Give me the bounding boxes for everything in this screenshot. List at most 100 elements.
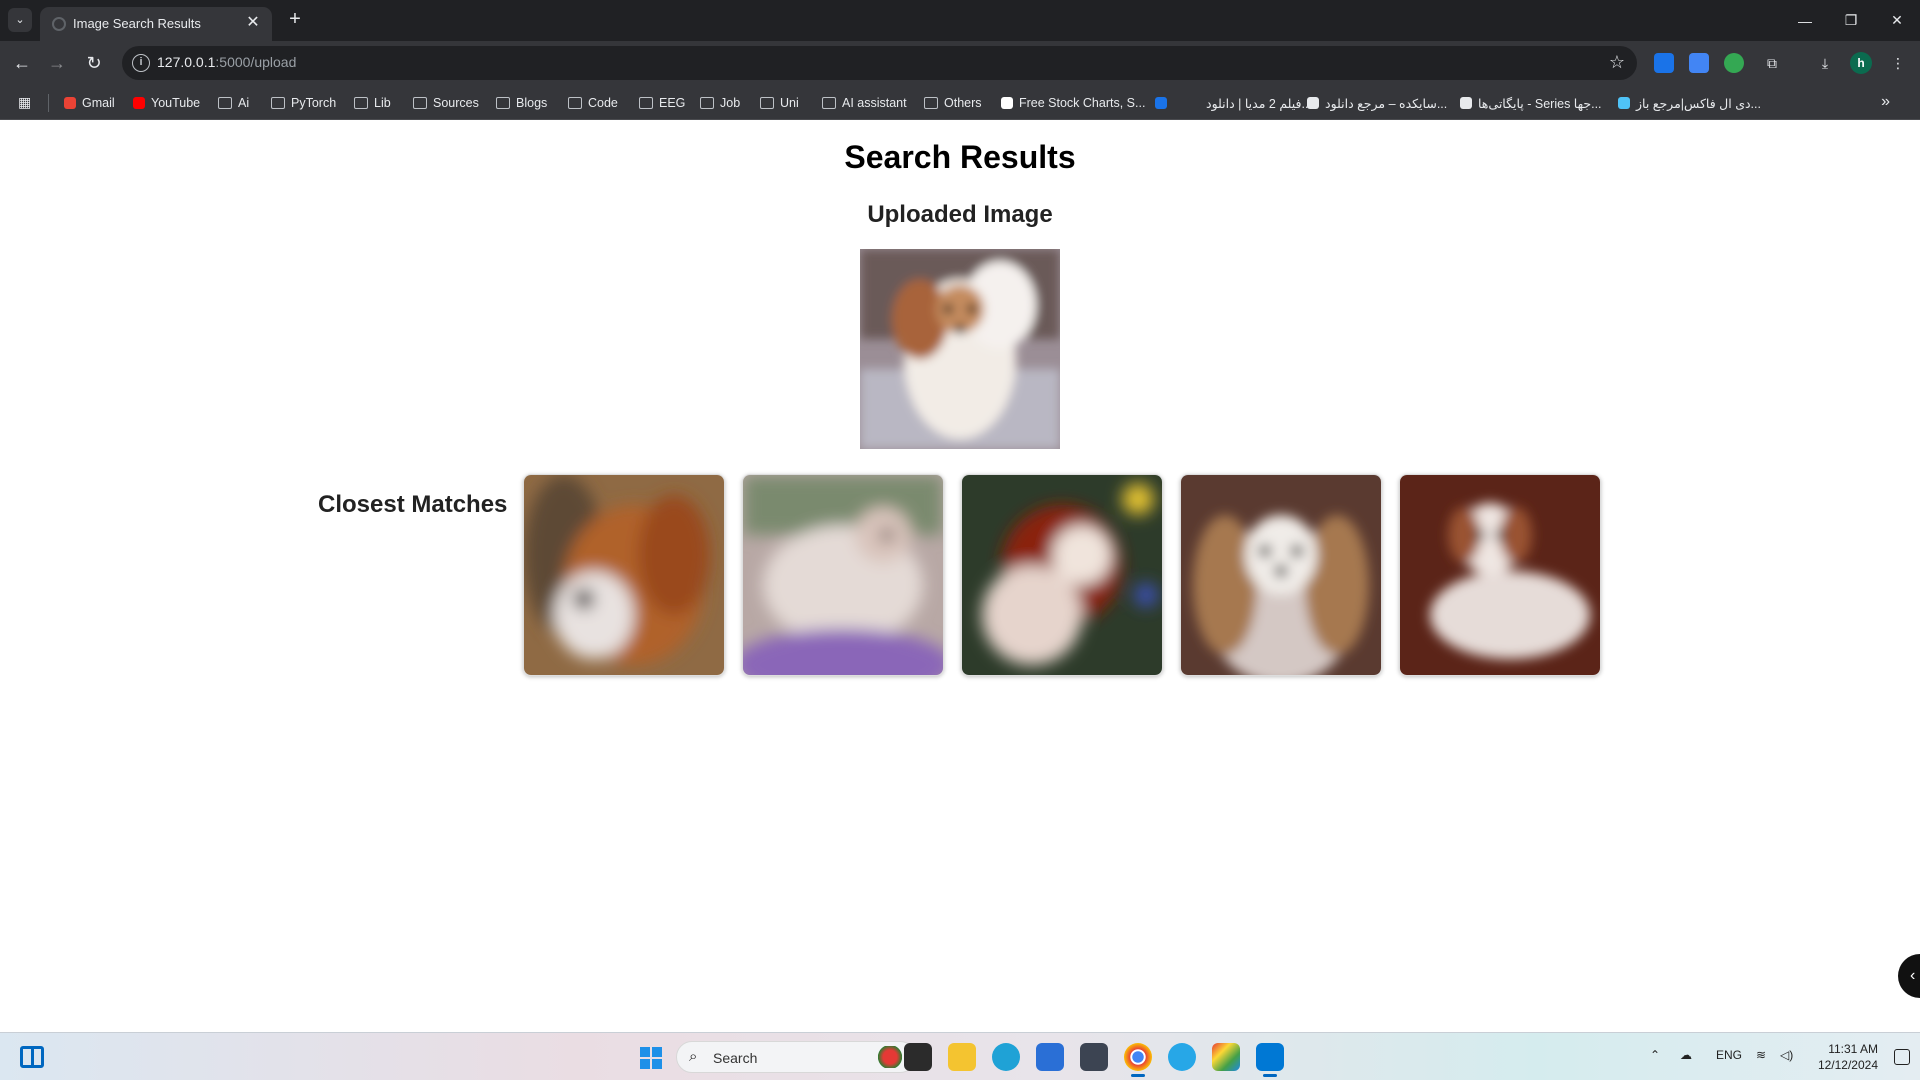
reload-button[interactable]: ↻ <box>80 49 108 77</box>
bookmark-item[interactable]: Free Stock Charts, S... <box>1001 93 1145 113</box>
profile-avatar[interactable]: h <box>1850 52 1872 74</box>
bookmark-item[interactable]: YouTube <box>133 93 200 113</box>
bookmark-item[interactable]: Lib <box>354 93 391 113</box>
volume-icon[interactable]: ◁) <box>1780 1048 1793 1062</box>
bookmark-item[interactable]: Gmail <box>64 93 115 113</box>
app-icon[interactable] <box>1212 1043 1240 1071</box>
app-icon[interactable] <box>1080 1043 1108 1071</box>
forward-button[interactable]: → <box>43 49 71 77</box>
bookmark-item[interactable]: فیلم 2 مدیا | دانلود... <box>1188 93 1312 113</box>
folder-icon <box>700 97 714 109</box>
closest-matches-heading: Closest Matches <box>318 491 508 518</box>
url-text[interactable]: 127.0.0.1:5000/upload <box>157 54 296 70</box>
bookmark-item[interactable]: Sources <box>413 93 479 113</box>
side-panel-toggle-button[interactable]: ‹ <box>1898 954 1920 998</box>
match-image[interactable] <box>1180 474 1382 676</box>
start-button-icon[interactable] <box>640 1047 662 1069</box>
downloads-icon[interactable]: ⤓ <box>1815 53 1835 73</box>
youtube-icon <box>133 97 145 109</box>
browser-menu-icon[interactable]: ⋮ <box>1888 53 1908 73</box>
s-icon <box>1307 97 1319 109</box>
bookmark-item[interactable]: Job <box>700 93 740 113</box>
task-view-icon[interactable] <box>904 1043 932 1071</box>
bookmark-label: AI assistant <box>842 96 907 110</box>
folder-icon <box>639 97 653 109</box>
browser-tab-strip: ⌄ Image Search Results ✕ + — ❐ ✕ <box>0 0 1920 41</box>
more-bookmarks-icon[interactable]: » <box>1881 93 1890 111</box>
back-button[interactable]: ← <box>8 49 36 77</box>
d-icon <box>1618 97 1630 109</box>
bookmark-label: سایکده – مرجع دانلود... <box>1325 96 1448 111</box>
language-indicator[interactable]: ENG <box>1716 1048 1742 1062</box>
show-hidden-icons-icon[interactable]: ⌃ <box>1650 1048 1660 1062</box>
bookmark-item[interactable]: پایگاتی‌ها - Series جها... <box>1460 93 1602 113</box>
bookmark-item[interactable]: AI assistant <box>822 93 907 113</box>
uploaded-image-heading: Uploaded Image <box>867 201 1053 228</box>
bookmark-label: Lib <box>374 96 391 110</box>
bookmark-label: فیلم 2 مدیا | دانلود... <box>1206 96 1312 111</box>
bookmark-item[interactable]: PyTorch <box>271 93 336 113</box>
folder-icon <box>496 97 510 109</box>
bookmark-item[interactable]: سایکده – مرجع دانلود... <box>1307 93 1447 113</box>
bookmark-item[interactable] <box>1155 93 1167 113</box>
extensions-puzzle-icon[interactable]: ⧉ <box>1762 53 1782 73</box>
site-info-icon[interactable]: i <box>132 54 150 72</box>
extension-icon[interactable] <box>1654 53 1674 73</box>
tab-title: Image Search Results <box>73 16 201 31</box>
bookmark-label: YouTube <box>151 96 201 110</box>
tab-search-button[interactable]: ⌄ <box>8 8 32 32</box>
tab-close-icon[interactable]: ✕ <box>244 14 262 32</box>
minimize-button[interactable]: — <box>1782 0 1828 41</box>
taskbar-search-box[interactable]: ⌕ Search <box>676 1041 916 1073</box>
bookmark-item[interactable]: دی ال فاکس|مرجع باز... <box>1618 93 1761 113</box>
browser-tab[interactable]: Image Search Results ✕ <box>40 7 272 41</box>
network-cloud-icon[interactable]: ☁ <box>1680 1048 1692 1062</box>
close-window-button[interactable]: ✕ <box>1874 0 1920 41</box>
match-image[interactable] <box>1399 474 1601 676</box>
translate-extension-icon[interactable] <box>1689 53 1709 73</box>
bookmark-item[interactable]: Others <box>924 93 982 113</box>
folder-icon <box>568 97 582 109</box>
bookmarks-separator <box>48 94 49 112</box>
folder-icon <box>413 97 427 109</box>
bookmark-item[interactable]: Ai <box>218 93 249 113</box>
match-image[interactable] <box>742 474 944 676</box>
bookmark-label: دی ال فاکس|مرجع باز... <box>1636 96 1761 111</box>
bookmark-label: Ai <box>238 96 250 110</box>
widgets-icon[interactable] <box>20 1046 44 1068</box>
page-content: Search Results Uploaded Image Closest Ma… <box>0 121 1920 1031</box>
bookmark-item[interactable]: Uni <box>760 93 799 113</box>
search-icon: ⌕ <box>689 1048 698 1065</box>
bookmark-item[interactable]: EEG <box>639 93 685 113</box>
bookmark-item[interactable]: Code <box>568 93 618 113</box>
bookmark-label: PyTorch <box>291 96 337 110</box>
extension-icon[interactable] <box>1724 53 1744 73</box>
address-bar[interactable]: i 127.0.0.1:5000/upload ☆ <box>122 46 1637 80</box>
telegram-icon[interactable] <box>1168 1043 1196 1071</box>
microsoft-store-icon[interactable] <box>1036 1043 1064 1071</box>
match-image[interactable] <box>961 474 1163 676</box>
file-explorer-icon[interactable] <box>948 1043 976 1071</box>
system-clock[interactable]: 11:31 AM 12/12/2024 <box>1818 1041 1878 1073</box>
bookmark-label: Others <box>944 96 982 110</box>
bookmark-item[interactable]: Blogs <box>496 93 547 113</box>
bookmarks-bar: ▦ Gmail YouTube Ai PyTorch Lib Sources Blogs Co… <box>0 85 1920 120</box>
wifi-icon[interactable]: ≋ <box>1756 1048 1766 1062</box>
bookmark-star-icon[interactable]: ☆ <box>1609 52 1625 73</box>
browser-toolbar: ← → ↻ i 127.0.0.1:5000/upload ☆ ⧉ ⤓ h ⋮ <box>0 41 1920 85</box>
clock-time: 11:31 AM <box>1828 1042 1878 1056</box>
notifications-icon[interactable] <box>1894 1049 1910 1065</box>
match-image[interactable] <box>523 474 725 676</box>
clock-date: 12/12/2024 <box>1817 1058 1878 1072</box>
folder-icon <box>924 97 938 109</box>
page-favicon-icon <box>52 17 66 31</box>
vscode-icon[interactable] <box>1256 1043 1284 1077</box>
folder-icon <box>822 97 836 109</box>
restore-button[interactable]: ❐ <box>1828 0 1874 41</box>
new-tab-button[interactable]: + <box>283 8 307 32</box>
chrome-browser-icon[interactable] <box>1124 1043 1152 1077</box>
edge-browser-icon[interactable] <box>992 1043 1020 1071</box>
bookmark-label: Uni <box>780 96 799 110</box>
search-highlight-icon <box>877 1046 903 1068</box>
apps-grid-icon[interactable]: ▦ <box>18 94 34 110</box>
